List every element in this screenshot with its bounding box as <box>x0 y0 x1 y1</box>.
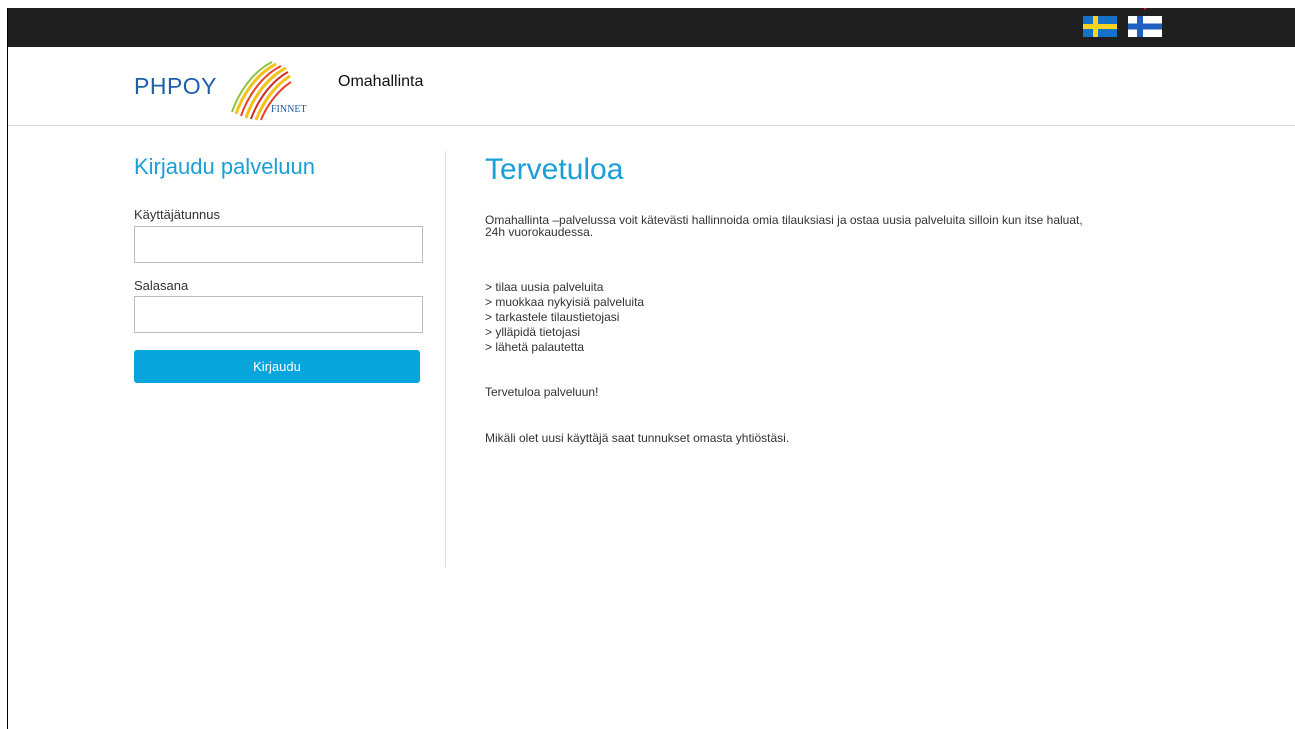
welcome-title: Tervetuloa <box>485 153 624 186</box>
feature-item: > muokkaa nykyisiä palveluita <box>485 295 645 309</box>
top-bar <box>8 8 1295 47</box>
password-label: Salasana <box>134 278 189 293</box>
feature-item: > ylläpidä tietojasi <box>485 325 581 339</box>
brand-name: PHPOY <box>134 73 218 99</box>
page-frame: PHPOY FINNET Omahallinta Kirjaudu palvel… <box>7 8 1295 729</box>
brand-subtitle: FINNET <box>271 104 307 115</box>
username-label: Käyttäjätunnus <box>134 207 221 222</box>
intro-text: Omahallinta –palvelussa voit kätevästi h… <box>485 213 1083 239</box>
login-button[interactable]: Kirjaudu <box>134 350 420 383</box>
new-user-note: Mikäli olet uusi käyttäjä saat tunnukset… <box>485 431 790 445</box>
login-title: Kirjaudu palveluun <box>134 154 316 179</box>
feature-list: > tilaa uusia palveluita > muokkaa nykyi… <box>485 280 644 355</box>
greeting-text: Tervetuloa palveluun! <box>485 385 599 399</box>
finland-flag-icon[interactable] <box>1128 16 1162 37</box>
feature-item: > lähetä palautetta <box>485 340 585 354</box>
annotation-arrow-icon <box>1128 8 1162 14</box>
feature-item: > tarkastele tilaustietojasi <box>485 310 620 324</box>
phpoy-finnet-logo[interactable]: PHPOY FINNET <box>134 56 328 122</box>
site-header: PHPOY FINNET Omahallinta <box>8 47 1295 126</box>
column-divider <box>445 151 446 567</box>
username-input[interactable] <box>134 226 423 263</box>
feature-item: > tilaa uusia palveluita <box>485 280 604 294</box>
sweden-flag-icon[interactable] <box>1083 16 1117 37</box>
app-name: Omahallinta <box>338 73 424 90</box>
password-input[interactable] <box>134 296 423 333</box>
